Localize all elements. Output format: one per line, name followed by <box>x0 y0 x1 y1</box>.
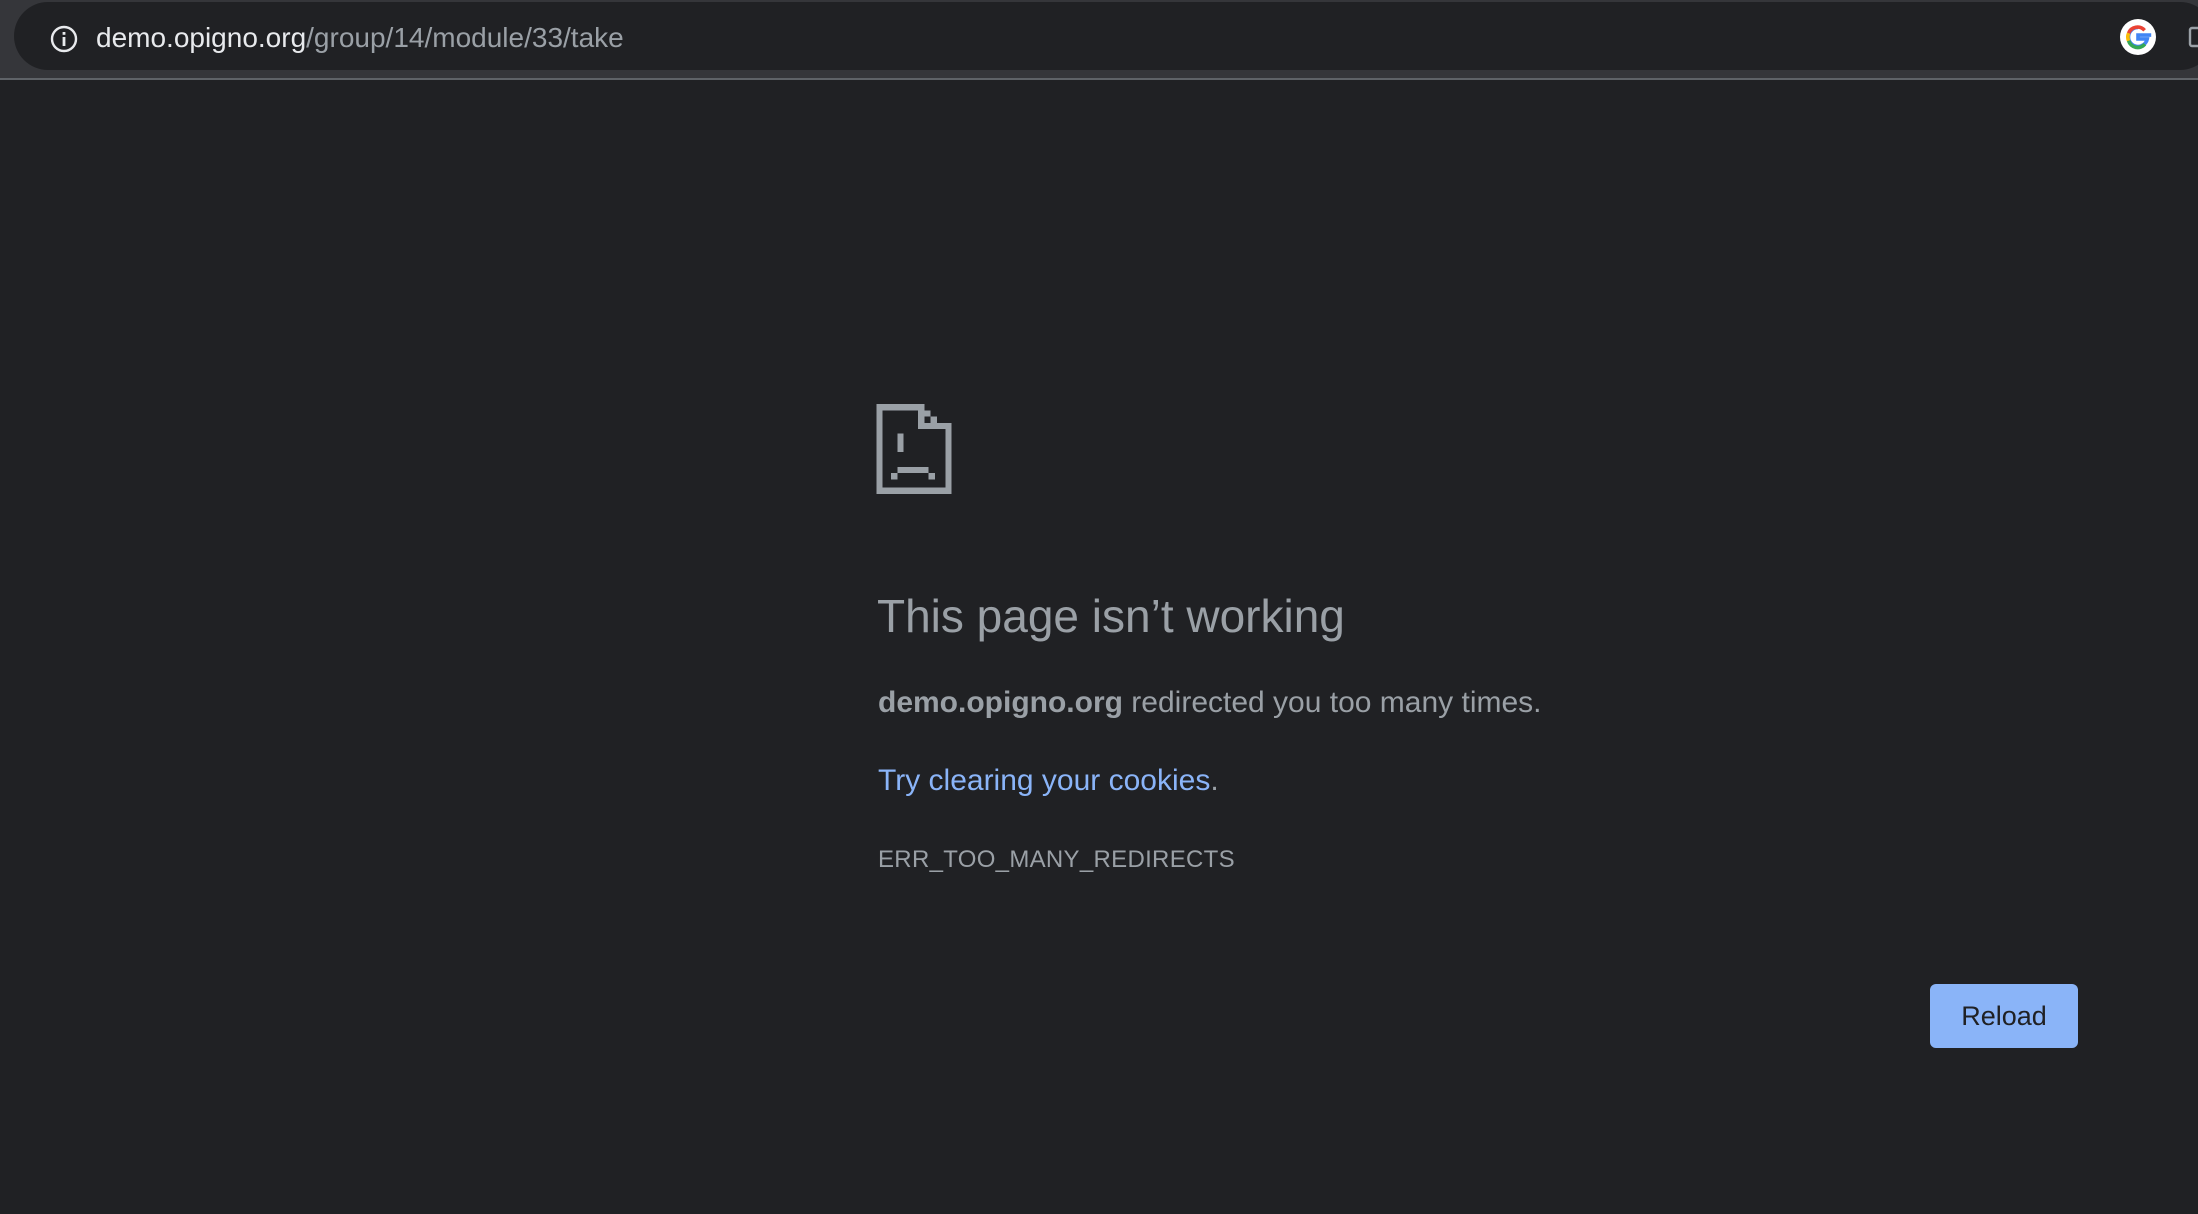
google-icon[interactable] <box>2120 19 2156 55</box>
extension-icon[interactable] <box>2188 24 2198 50</box>
summary-text: redirected you too many times. <box>1122 686 1542 719</box>
url-text[interactable]: demo.opigno.org/group/14/module/33/take <box>96 20 624 56</box>
url-path: /group/14/module/33/take <box>306 22 624 53</box>
reload-button[interactable]: Reload <box>1930 984 2078 1048</box>
toolbar-divider <box>0 78 2198 80</box>
error-code: ERR_TOO_MANY_REDIRECTS <box>878 846 1235 873</box>
sad-page-icon <box>876 404 952 494</box>
clear-cookies-link[interactable]: Try clearing your cookies <box>878 764 1210 797</box>
info-icon[interactable] <box>48 23 80 55</box>
error-summary: demo.opigno.org redirected you too many … <box>878 684 1542 722</box>
browser-toolbar: demo.opigno.org/group/14/module/33/take <box>0 0 2198 78</box>
suggestion: Try clearing your cookies. <box>878 762 1219 800</box>
summary-host: demo.opigno.org <box>878 686 1123 719</box>
address-bar[interactable]: demo.opigno.org/group/14/module/33/take <box>14 2 2198 70</box>
error-heading: This page isn’t working <box>877 590 1345 642</box>
url-host: demo.opigno.org <box>96 22 307 53</box>
suggestion-period: . <box>1210 764 1219 797</box>
